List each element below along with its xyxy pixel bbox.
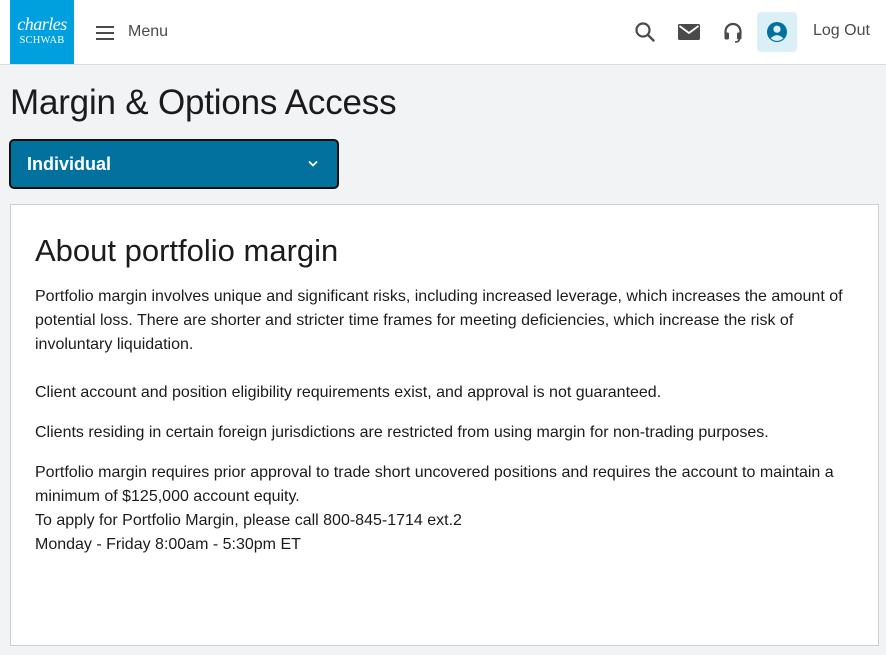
eligibility-paragraph: Client account and position eligibility … [35,384,662,401]
search-icon[interactable] [631,18,659,46]
headset-icon[interactable] [719,18,747,46]
risk-paragraph: Portfolio margin involves unique and sig… [35,288,843,353]
portfolio-margin-card: About portfolio margin Portfolio margin … [10,204,879,646]
hamburger-icon [96,25,116,41]
menu-button[interactable]: Menu [96,18,168,46]
jurisdiction-paragraph: Clients residing in certain foreign juri… [35,424,769,441]
menu-label: Menu [128,23,169,40]
account-select-value: Individual [27,154,112,174]
apply-phone-text: To apply for Portfolio Margin, please ca… [35,512,462,529]
top-header: charles SCHWAB Menu Log Out [0,0,886,65]
profile-button[interactable] [757,12,797,52]
card-title: About portfolio margin [35,233,339,268]
chevron-down-icon [308,161,318,167]
approval-requirement-text: Portfolio margin requires prior approval… [35,464,834,505]
user-circle-icon [767,22,787,42]
mail-icon[interactable] [675,18,703,46]
hours-text: Monday - Friday 8:00am - 5:30pm ET [35,536,301,553]
logo-line-1: charles [17,14,67,34]
account-select[interactable]: Individual [9,139,339,189]
apply-paragraph: Portfolio margin requires prior approval… [35,461,855,557]
page-title: Margin & Options Access [10,83,397,122]
logout-link[interactable]: Log Out [813,22,870,40]
charles-schwab-logo[interactable]: charles SCHWAB [10,0,74,64]
logo-line-2: SCHWAB [19,35,65,46]
